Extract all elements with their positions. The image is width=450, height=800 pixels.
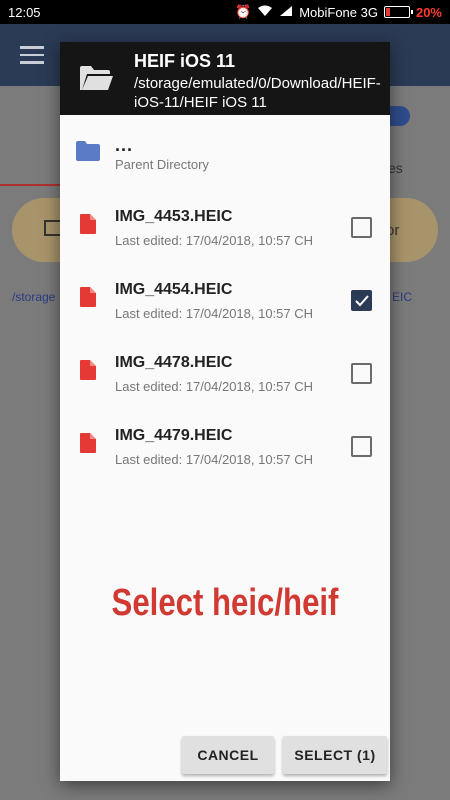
status-time: 12:05	[8, 4, 41, 20]
file-icon	[80, 433, 96, 458]
dialog-path: /storage/emulated/0/Download/HEIF-iOS-11…	[134, 75, 381, 111]
parent-directory-label: Parent Directory	[115, 157, 209, 172]
file-icon	[80, 287, 96, 312]
dialog-header: HEIF iOS 11 /storage/emulated/0/Download…	[60, 42, 390, 115]
file-row[interactable]: IMG_4479.HEIC Last edited: 17/04/2018, 10…	[60, 407, 390, 480]
promo-text: Select heic/heif	[111, 582, 339, 624]
background-path-fragment: /storage	[12, 290, 56, 304]
parent-directory-name: ...	[115, 135, 134, 155]
select-button[interactable]: SELECT (1)	[283, 736, 387, 774]
file-name: IMG_4479.HEIC	[115, 427, 233, 444]
file-name: IMG_4478.HEIC	[115, 354, 233, 371]
check-icon	[355, 295, 369, 307]
file-row[interactable]: IMG_4478.HEIC Last edited: 17/04/2018, 10…	[60, 334, 390, 407]
battery-percent: 20%	[415, 4, 442, 20]
file-row[interactable]: IMG_4454.HEIC Last edited: 17/04/2018, 10…	[60, 261, 390, 334]
file-icon	[80, 360, 96, 385]
file-edited: Last edited: 17/04/2018, 10:57 CH	[115, 379, 314, 394]
carrier-name: MobiFone 3G	[299, 4, 378, 20]
folder-icon	[76, 141, 100, 166]
file-edited: Last edited: 17/04/2018, 10:57 CH	[115, 233, 314, 248]
menu-icon	[20, 46, 44, 64]
file-picker-dialog: HEIF iOS 11 /storage/emulated/0/Download…	[60, 42, 390, 781]
dialog-title: HEIF iOS 11	[134, 51, 236, 71]
wifi-icon	[257, 5, 273, 20]
cancel-button[interactable]: CANCEL	[182, 736, 274, 774]
file-icon	[80, 214, 96, 239]
status-bar: 12:05 ⏰ MobiFone 3G 20%	[0, 0, 450, 24]
file-row[interactable]: IMG_4453.HEIC Last edited: 17/04/2018, 10…	[60, 188, 390, 261]
file-checkbox[interactable]	[351, 217, 372, 238]
file-checkbox[interactable]	[351, 436, 372, 457]
file-checkbox[interactable]	[351, 363, 372, 384]
parent-directory-row[interactable]: ... Parent Directory	[60, 115, 390, 188]
file-name: IMG_4454.HEIC	[115, 281, 233, 298]
file-edited: Last edited: 17/04/2018, 10:57 CH	[115, 452, 314, 467]
file-name: IMG_4453.HEIC	[115, 208, 233, 225]
background-tab-indicator	[0, 184, 60, 186]
battery-icon	[383, 6, 413, 18]
file-checkbox[interactable]	[351, 290, 372, 311]
open-folder-icon	[78, 64, 114, 97]
background-path-fragment-right: EIC	[392, 290, 413, 304]
file-edited: Last edited: 17/04/2018, 10:57 CH	[115, 306, 314, 321]
signal-icon	[279, 5, 293, 20]
background-tab-fragment: es	[388, 160, 403, 176]
alarm-icon: ⏰	[235, 4, 252, 19]
